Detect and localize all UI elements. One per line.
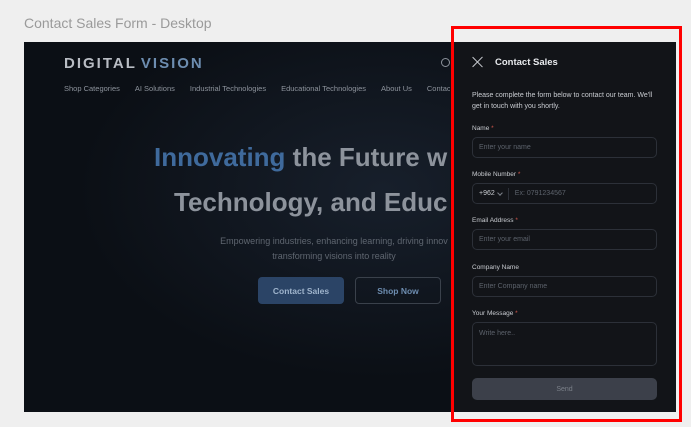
country-code-value: +962 [479,190,495,197]
mobile-placeholder: Ex: 0791234567 [514,190,566,197]
logo-main: DIGITAL [64,55,137,72]
company-input[interactable]: Enter Company name [472,276,657,297]
panel-title: Contact Sales [495,57,558,68]
frame-title: Contact Sales Form - Desktop [24,15,212,31]
hero-subtitle: Empowering industries, enhancing learnin… [220,236,448,261]
email-label: Email Address * [472,217,518,224]
hero-heading-line1: Innovating the Future w [154,142,447,173]
shop-now-button[interactable]: Shop Now [355,277,441,304]
message-textarea[interactable]: Write here.. [472,322,657,366]
company-placeholder: Enter Company name [479,283,548,290]
nav-item-shop-categories[interactable]: Shop Categories [64,84,120,93]
main-nav: Shop Categories AI Solutions Industrial … [64,84,460,93]
company-label: Company Name [472,264,519,271]
nav-item-ai-solutions[interactable]: AI Solutions [135,84,175,93]
name-input[interactable]: Enter your name [472,137,657,158]
panel-intro: Please complete the form below to contac… [472,92,653,110]
email-placeholder: Enter your email [479,236,530,243]
nav-item-about-us[interactable]: About Us [381,84,412,93]
send-button[interactable]: Send [472,378,657,400]
hero-heading-accent: Innovating [154,142,286,172]
hero-heading-rest: the Future w [285,142,448,172]
mobile-label: Mobile Number * [472,171,521,178]
name-label: Name * [472,125,494,132]
logo-accent: VISION [140,55,204,72]
contact-sales-button[interactable]: Contact Sales [258,277,344,304]
email-input[interactable]: Enter your email [472,229,657,250]
message-label: Your Message * [472,310,518,317]
message-placeholder: Write here.. [479,330,516,337]
site-logo[interactable]: DIGITAL VISION [64,55,204,72]
mobile-input[interactable]: +962 Ex: 0791234567 [472,183,657,204]
globe-icon[interactable] [441,58,450,67]
nav-item-educational-technologies[interactable]: Educational Technologies [281,84,366,93]
nav-item-industrial-technologies[interactable]: Industrial Technologies [190,84,266,93]
hero-heading-line2: Technology, and Educ [174,187,448,217]
close-icon[interactable] [472,56,484,68]
chevron-down-icon [496,189,503,196]
country-code-select[interactable]: +962 [479,187,509,200]
name-placeholder: Enter your name [479,144,531,151]
